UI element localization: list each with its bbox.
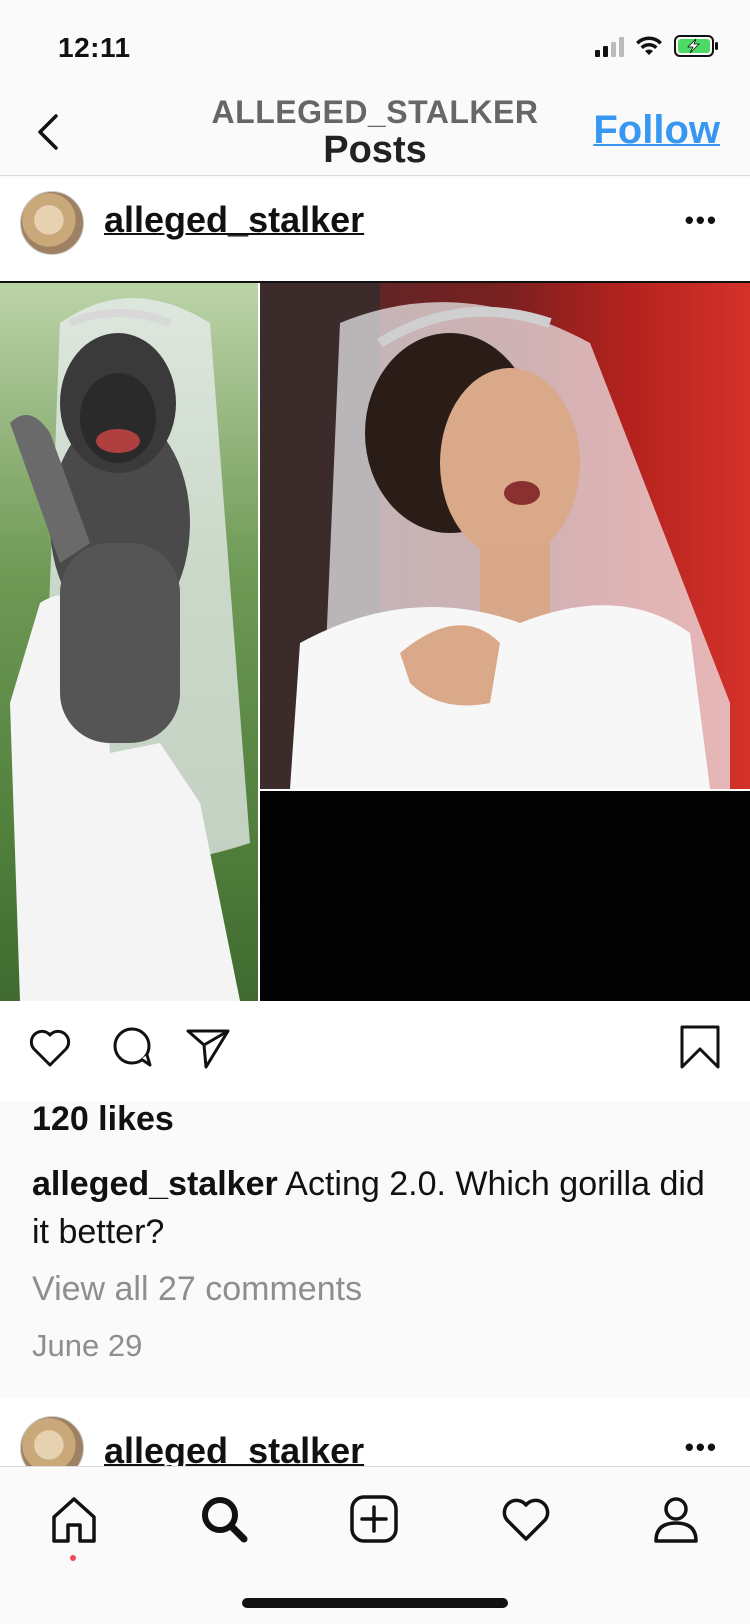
comment-icon[interactable] bbox=[108, 1023, 156, 1071]
post-header: alleged_stalker ••• bbox=[0, 177, 750, 281]
avatar[interactable] bbox=[20, 191, 84, 255]
post-image[interactable] bbox=[0, 281, 750, 1001]
bride-illustration bbox=[260, 283, 730, 789]
cellular-signal-icon bbox=[595, 35, 624, 57]
caption-username[interactable]: alleged_stalker bbox=[32, 1165, 278, 1203]
search-icon[interactable] bbox=[196, 1491, 252, 1547]
activity-heart-icon[interactable] bbox=[498, 1491, 554, 1547]
black-panel bbox=[260, 791, 750, 1001]
like-heart-icon[interactable] bbox=[26, 1023, 74, 1071]
post-actions bbox=[0, 1001, 750, 1101]
home-notification-dot bbox=[70, 1555, 76, 1561]
bride-photo bbox=[260, 283, 750, 789]
status-time: 12:11 bbox=[58, 32, 131, 63]
follow-button[interactable]: Follow bbox=[593, 108, 720, 153]
post-caption: alleged_stalker Acting 2.0. Which gorill… bbox=[32, 1160, 722, 1256]
wifi-icon bbox=[636, 36, 662, 55]
home-icon[interactable] bbox=[46, 1491, 102, 1547]
gorilla-bride-illustration bbox=[10, 298, 250, 1001]
home-indicator[interactable] bbox=[242, 1598, 508, 1608]
profile-icon[interactable] bbox=[648, 1491, 704, 1547]
gorilla-bride-photo bbox=[0, 283, 258, 1001]
save-bookmark-icon[interactable] bbox=[676, 1023, 724, 1071]
profile-posts-header: ALLEGED_STALKER Posts Follow bbox=[0, 90, 750, 176]
post-date: June 29 bbox=[32, 1328, 143, 1363]
more-options-icon[interactable]: ••• bbox=[685, 1432, 718, 1463]
post-username[interactable]: alleged_stalker bbox=[104, 199, 364, 241]
next-post-username[interactable]: alleged_stalker bbox=[104, 1430, 364, 1468]
likes-count[interactable]: 120 likes bbox=[32, 1100, 174, 1139]
more-options-icon[interactable]: ••• bbox=[685, 205, 718, 236]
new-post-icon[interactable] bbox=[346, 1491, 402, 1547]
view-comments-link[interactable]: View all 27 comments bbox=[32, 1270, 362, 1309]
status-bar: 12:11 bbox=[0, 0, 750, 90]
share-direct-icon[interactable] bbox=[184, 1023, 232, 1071]
battery-charging-icon bbox=[674, 35, 718, 57]
avatar[interactable] bbox=[20, 1416, 84, 1468]
status-icons bbox=[595, 34, 720, 58]
next-post-header: alleged_stalker ••• bbox=[0, 1398, 750, 1468]
